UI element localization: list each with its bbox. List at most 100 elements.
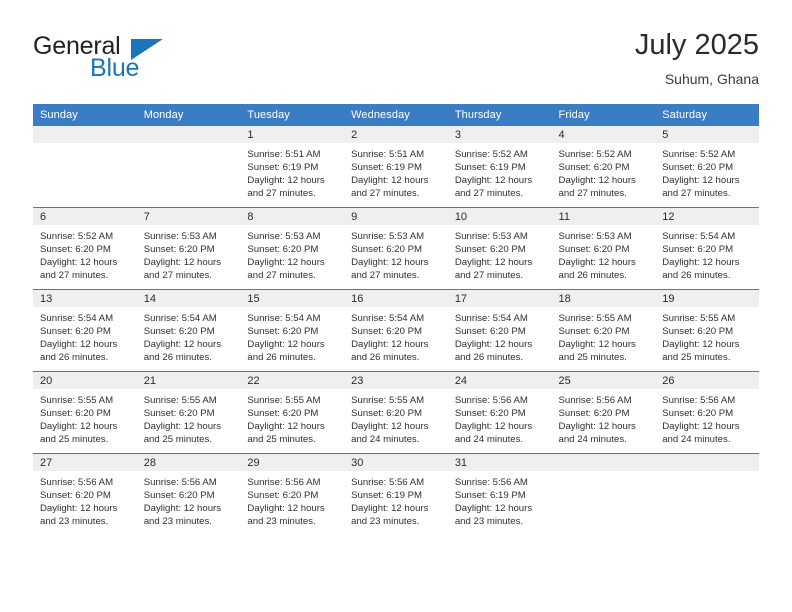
- daylight-line-2: and 27 minutes.: [454, 188, 524, 200]
- calendar-day-cell[interactable]: 24 Sunrise: 5:56 AM Sunset: 6:20 PM Dayligh…: [447, 371, 552, 454]
- calendar-day-cell[interactable]: 11 Sunrise: 5:53 AM Sunset: 6:20 PM Dayligh…: [551, 207, 656, 290]
- daylight-line-2: and 27 minutes.: [662, 188, 731, 200]
- calendar-day-cell[interactable]: 27 Sunrise: 5:56 AM Sunset: 6:20 PM Dayligh…: [33, 453, 137, 535]
- daylight-line-2: and 24 minutes.: [558, 434, 627, 446]
- calendar-day-cell[interactable]: 25 Sunrise: 5:56 AM Sunset: 6:20 PM Dayligh…: [551, 371, 656, 454]
- calendar-day-cell[interactable]: 31 Sunrise: 5:56 AM Sunset: 6:19 PM Dayligh…: [447, 453, 552, 535]
- calendar-day-cell[interactable]: 6 Sunrise: 5:52 AM Sunset: 6:20 PM Daylight…: [33, 207, 137, 290]
- calendar-day-cell[interactable]: 30 Sunrise: 5:56 AM Sunset: 6:19 PM Dayligh…: [344, 453, 448, 535]
- calendar-day-cell[interactable]: 8 Sunrise: 5:53 AM Sunset: 6:20 PM Daylight…: [240, 207, 345, 290]
- daylight-line-1: Daylight: 12 hours: [662, 175, 740, 187]
- calendar-day-cell[interactable]: 26 Sunrise: 5:56 AM Sunset: 6:20 PM Dayligh…: [655, 371, 759, 454]
- sunset-time: Sunset: 6:20 PM: [351, 408, 423, 420]
- daylight-line-1: Daylight: 12 hours: [454, 175, 533, 187]
- daylight-line-2: and 23 minutes.: [351, 516, 420, 528]
- calendar-day-cell[interactable]: 10 Sunrise: 5:53 AM Sunset: 6:20 PM Dayligh…: [447, 207, 552, 290]
- calendar-head: Sunday Monday Tuesday Wednesday Thursday…: [33, 104, 759, 126]
- sunrise-time: Sunrise: 5:52 AM: [454, 149, 528, 160]
- day-number: 27: [33, 454, 137, 471]
- calendar-day-cell[interactable]: 4 Sunrise: 5:52 AM Sunset: 6:20 PM Daylight…: [551, 126, 656, 208]
- day-number: 3: [447, 126, 552, 143]
- sunset-time: Sunset: 6:20 PM: [351, 326, 423, 338]
- calendar-day-cell[interactable]: 17 Sunrise: 5:54 AM Sunset: 6:20 PM Dayligh…: [447, 289, 552, 372]
- calendar-day-cell[interactable]: 29 Sunrise: 5:56 AM Sunset: 6:20 PM Dayligh…: [240, 453, 345, 535]
- calendar-day-cell[interactable]: 21 Sunrise: 5:55 AM Sunset: 6:20 PM Dayligh…: [136, 371, 241, 454]
- calendar-day-cell[interactable]: 3 Sunrise: 5:52 AM Sunset: 6:19 PM Daylight…: [447, 126, 552, 208]
- daylight-line-1: Daylight: 12 hours: [454, 339, 533, 351]
- daylight-line-1: Daylight: 12 hours: [40, 339, 118, 351]
- day-number: 14: [136, 290, 241, 307]
- calendar-day-cell[interactable]: 13 Sunrise: 5:54 AM Sunset: 6:20 PM Dayligh…: [33, 289, 137, 372]
- calendar-day-cell[interactable]: 7 Sunrise: 5:53 AM Sunset: 6:20 PM Daylight…: [136, 207, 241, 290]
- day-number: 23: [344, 372, 448, 389]
- day-details: Sunrise: 5:53 AM Sunset: 6:20 PM Daylight:…: [344, 225, 448, 282]
- day-number: 5: [655, 126, 759, 143]
- title-block: July 2025 Suhum, Ghana: [635, 28, 759, 89]
- sunset-time: Sunset: 6:20 PM: [143, 490, 215, 502]
- daylight-line-2: and 24 minutes.: [662, 434, 731, 446]
- day-details: Sunrise: 5:54 AM Sunset: 6:20 PM Daylight:…: [448, 307, 552, 364]
- sunset-time: Sunset: 6:20 PM: [662, 408, 734, 420]
- sunrise-time: Sunrise: 5:55 AM: [247, 395, 321, 406]
- sunrise-time: Sunrise: 5:55 AM: [662, 313, 736, 324]
- calendar-day-cell[interactable]: 1 Sunrise: 5:51 AM Sunset: 6:19 PM Daylight…: [240, 126, 345, 208]
- sunrise-time: Sunrise: 5:55 AM: [351, 395, 425, 406]
- calendar-day-cell[interactable]: 19 Sunrise: 5:55 AM Sunset: 6:20 PM Dayligh…: [655, 289, 759, 372]
- calendar-day-cell[interactable]: 18 Sunrise: 5:55 AM Sunset: 6:20 PM Dayligh…: [551, 289, 656, 372]
- sunset-time: Sunset: 6:20 PM: [662, 162, 734, 174]
- day-details: Sunrise: 5:54 AM Sunset: 6:20 PM Daylight:…: [33, 307, 137, 364]
- calendar-week-row: 13 Sunrise: 5:54 AM Sunset: 6:20 PM Dayligh…: [33, 289, 759, 372]
- calendar-day-cell[interactable]: 28 Sunrise: 5:56 AM Sunset: 6:20 PM Dayligh…: [136, 453, 241, 535]
- calendar-day-cell[interactable]: 2 Sunrise: 5:51 AM Sunset: 6:19 PM Daylight…: [344, 126, 448, 208]
- day-details: Sunrise: 5:56 AM Sunset: 6:20 PM Daylight:…: [240, 471, 344, 528]
- day-details: Sunrise: 5:55 AM Sunset: 6:20 PM Daylight:…: [655, 307, 759, 364]
- daylight-line-2: and 27 minutes.: [558, 188, 627, 200]
- daylight-line-2: and 23 minutes.: [454, 516, 524, 528]
- sunset-time: Sunset: 6:20 PM: [247, 490, 319, 502]
- calendar-day-cell[interactable]: 14 Sunrise: 5:54 AM Sunset: 6:20 PM Dayligh…: [136, 289, 241, 372]
- daylight-line-1: Daylight: 12 hours: [454, 257, 533, 269]
- day-number: 20: [33, 372, 137, 389]
- sunset-time: Sunset: 6:19 PM: [351, 162, 423, 174]
- day-number: 22: [240, 372, 345, 389]
- calendar-day-cell-empty: [655, 453, 759, 535]
- general-blue-logo[interactable]: General Blue: [33, 28, 263, 90]
- daylight-line-2: and 25 minutes.: [247, 434, 316, 446]
- day-details: Sunrise: 5:53 AM Sunset: 6:20 PM Daylight:…: [448, 225, 552, 282]
- daylight-line-2: and 24 minutes.: [351, 434, 420, 446]
- day-number: 10: [447, 208, 552, 225]
- calendar-day-cell[interactable]: 15 Sunrise: 5:54 AM Sunset: 6:20 PM Dayligh…: [240, 289, 345, 372]
- page-header: General Blue July 2025 Suhum, Ghana: [33, 28, 759, 96]
- daylight-line-1: Daylight: 12 hours: [662, 339, 740, 351]
- daylight-line-1: Daylight: 12 hours: [558, 421, 636, 433]
- daylight-line-2: and 25 minutes.: [40, 434, 109, 446]
- sunset-time: Sunset: 6:20 PM: [247, 244, 319, 256]
- daylight-line-1: Daylight: 12 hours: [558, 339, 636, 351]
- daylight-line-2: and 25 minutes.: [143, 434, 212, 446]
- daylight-line-1: Daylight: 12 hours: [558, 175, 636, 187]
- daylight-line-2: and 25 minutes.: [662, 352, 731, 364]
- calendar-day-cell[interactable]: 22 Sunrise: 5:55 AM Sunset: 6:20 PM Dayligh…: [240, 371, 345, 454]
- weekday-header-row: Sunday Monday Tuesday Wednesday Thursday…: [33, 104, 759, 126]
- calendar-week-row: 1 Sunrise: 5:51 AM Sunset: 6:19 PM Daylight…: [33, 126, 759, 208]
- day-details: Sunrise: 5:51 AM Sunset: 6:19 PM Daylight:…: [344, 143, 448, 200]
- day-details: Sunrise: 5:52 AM Sunset: 6:20 PM Daylight:…: [33, 225, 137, 282]
- sunrise-time: Sunrise: 5:54 AM: [247, 313, 321, 324]
- calendar-day-cell[interactable]: 12 Sunrise: 5:54 AM Sunset: 6:20 PM Dayligh…: [655, 207, 759, 290]
- daylight-line-2: and 26 minutes.: [247, 352, 316, 364]
- day-number: 25: [551, 372, 656, 389]
- calendar-day-cell[interactable]: 16 Sunrise: 5:54 AM Sunset: 6:20 PM Dayligh…: [344, 289, 448, 372]
- sunset-time: Sunset: 6:20 PM: [454, 326, 526, 338]
- sunrise-time: Sunrise: 5:52 AM: [558, 149, 632, 160]
- calendar-day-cell[interactable]: 20 Sunrise: 5:55 AM Sunset: 6:20 PM Dayligh…: [33, 371, 137, 454]
- daylight-line-1: Daylight: 12 hours: [40, 503, 118, 515]
- logo-text-blue: Blue: [90, 54, 140, 82]
- calendar-day-cell[interactable]: 5 Sunrise: 5:52 AM Sunset: 6:20 PM Daylight…: [655, 126, 759, 208]
- page-title: July 2025: [634, 29, 759, 61]
- day-number: 9: [344, 208, 448, 225]
- calendar-day-cell[interactable]: 23 Sunrise: 5:55 AM Sunset: 6:20 PM Dayligh…: [344, 371, 448, 454]
- sunset-time: Sunset: 6:20 PM: [351, 244, 423, 256]
- calendar-day-cell-empty: [136, 126, 241, 208]
- calendar-day-cell[interactable]: 9 Sunrise: 5:53 AM Sunset: 6:20 PM Daylight…: [344, 207, 448, 290]
- daylight-line-2: and 26 minutes.: [40, 352, 109, 364]
